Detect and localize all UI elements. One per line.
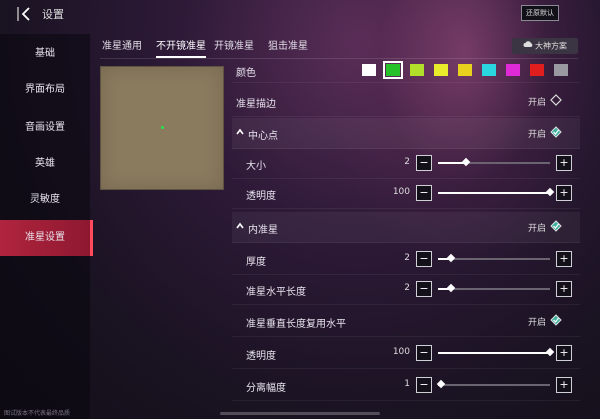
center-size-value: 2 xyxy=(404,157,410,167)
inner-gap-minus-button[interactable]: − xyxy=(416,377,432,393)
horizontal-scrollbar[interactable] xyxy=(220,412,380,415)
slider-thumb[interactable] xyxy=(447,283,456,293)
color-swatch[interactable] xyxy=(383,61,403,79)
center-opacity-value: 100 xyxy=(392,187,410,197)
color-label: 颜色 xyxy=(236,68,256,79)
sidebar-item-layout[interactable]: 界面布局 xyxy=(0,72,90,108)
inner-v-reuse-row: 准星垂直长度复用水平 开启 xyxy=(232,306,580,337)
center-dot-toggle-icon[interactable] xyxy=(550,126,562,138)
settings-panel: 颜色 准星描边 开启 中心点 开启 大小 2 − + 透明度 100 − + 内… xyxy=(232,60,580,419)
inner-h-length-label: 准星水平长度 xyxy=(246,287,306,298)
inner-thickness-slider[interactable] xyxy=(438,253,550,263)
slider-thumb[interactable] xyxy=(437,379,446,389)
inner-opacity-label: 透明度 xyxy=(246,351,276,362)
center-opacity-minus-button[interactable]: − xyxy=(416,185,432,201)
color-swatch[interactable] xyxy=(554,64,568,76)
center-size-minus-button[interactable]: − xyxy=(416,155,432,171)
center-opacity-row: 透明度 100 − + xyxy=(232,178,580,209)
slider-thumb[interactable] xyxy=(545,187,555,197)
center-opacity-label: 透明度 xyxy=(246,191,276,202)
inner-h-length-value: 2 xyxy=(404,283,410,293)
sidebar-item-audio-video[interactable]: 音画设置 xyxy=(0,110,90,146)
page-title: 设置 xyxy=(42,8,64,21)
center-dot-label: 中心点 xyxy=(248,131,278,142)
back-icon[interactable] xyxy=(16,5,38,23)
inner-opacity-slider[interactable] xyxy=(438,347,555,357)
tab-sniper-crosshair[interactable]: 狙击准星 xyxy=(268,38,308,56)
footer-note: 图试版本不代表最终品质 xyxy=(4,410,71,417)
reset-default-button[interactable]: 还原默认 xyxy=(521,5,559,21)
sidebar: 基础 界面布局 音画设置 英雄 灵敏度 准星设置 xyxy=(0,34,93,419)
inner-gap-plus-button[interactable]: + xyxy=(556,377,572,393)
sidebar-item-sensitivity[interactable]: 灵敏度 xyxy=(0,182,90,218)
slider-thumb[interactable] xyxy=(447,253,456,263)
color-swatch[interactable] xyxy=(458,64,472,76)
crosshair-preview xyxy=(100,66,224,190)
center-dot-state: 开启 xyxy=(527,130,546,140)
inner-crosshair-state: 开启 xyxy=(527,224,546,234)
slider-thumb[interactable] xyxy=(545,347,555,357)
tab-scope-crosshair[interactable]: 开镜准星 xyxy=(214,38,254,56)
color-swatch[interactable] xyxy=(506,64,520,76)
inner-opacity-value: 100 xyxy=(392,347,410,357)
top-bar: 设置 还原默认 xyxy=(0,0,600,28)
sidebar-item-crosshair[interactable]: 准星设置 xyxy=(0,220,93,256)
chevron-up-icon xyxy=(235,221,245,231)
center-opacity-plus-button[interactable]: + xyxy=(556,185,572,201)
inner-crosshair-toggle-icon[interactable] xyxy=(550,220,562,232)
inner-opacity-row: 透明度 100 − + xyxy=(232,338,580,369)
tab-crosshair-general[interactable]: 准星通用 xyxy=(102,38,142,56)
center-size-slider[interactable] xyxy=(438,157,550,167)
master-preset-button[interactable]: 大神方案 xyxy=(512,38,578,54)
sidebar-item-hero[interactable]: 英雄 xyxy=(0,146,90,182)
center-size-label: 大小 xyxy=(246,161,266,172)
sidebar-item-basic[interactable]: 基础 xyxy=(0,36,90,72)
master-preset-label: 大神方案 xyxy=(535,41,567,51)
tab-no-scope-crosshair[interactable]: 不开镜准星 xyxy=(156,38,206,58)
color-swatch[interactable] xyxy=(362,64,376,76)
inner-crosshair-label: 内准星 xyxy=(248,225,278,236)
color-swatches xyxy=(362,61,572,79)
outline-label: 准星描边 xyxy=(236,99,276,110)
inner-thickness-minus-button[interactable]: − xyxy=(416,251,432,267)
inner-v-reuse-toggle-icon[interactable] xyxy=(550,314,562,326)
crosshair-center-dot xyxy=(161,126,164,129)
color-swatch[interactable] xyxy=(410,64,424,76)
inner-thickness-plus-button[interactable]: + xyxy=(556,251,572,267)
inner-h-length-minus-button[interactable]: − xyxy=(416,281,432,297)
outline-row: 准星描边 开启 xyxy=(232,86,580,117)
center-size-plus-button[interactable]: + xyxy=(556,155,572,171)
inner-crosshair-section[interactable]: 内准星 开启 xyxy=(232,212,580,243)
inner-gap-row: 分离幅度 1 − + xyxy=(232,370,580,401)
inner-gap-label: 分离幅度 xyxy=(246,383,286,394)
color-swatch[interactable] xyxy=(434,64,448,76)
color-swatch[interactable] xyxy=(530,64,544,76)
inner-opacity-plus-button[interactable]: + xyxy=(556,345,572,361)
inner-gap-value: 1 xyxy=(404,379,410,389)
inner-thickness-label: 厚度 xyxy=(246,257,266,268)
outline-toggle-icon[interactable] xyxy=(550,94,562,106)
center-size-row: 大小 2 − + xyxy=(232,148,580,179)
slider-thumb[interactable] xyxy=(461,157,471,167)
outline-state: 开启 xyxy=(527,98,546,108)
center-opacity-slider[interactable] xyxy=(438,187,555,197)
inner-h-length-row: 准星水平长度 2 − + xyxy=(232,274,580,305)
inner-h-length-slider[interactable] xyxy=(438,283,550,293)
inner-v-reuse-state: 开启 xyxy=(527,318,546,328)
inner-thickness-value: 2 xyxy=(404,253,410,263)
inner-opacity-minus-button[interactable]: − xyxy=(416,345,432,361)
inner-h-length-plus-button[interactable]: + xyxy=(556,281,572,297)
color-row: 颜色 xyxy=(232,60,580,83)
center-dot-section[interactable]: 中心点 开启 xyxy=(232,118,580,149)
cloud-icon xyxy=(523,38,533,54)
color-swatch[interactable] xyxy=(482,64,496,76)
inner-gap-slider[interactable] xyxy=(437,379,550,389)
inner-v-reuse-label: 准星垂直长度复用水平 xyxy=(246,319,346,330)
tab-divider xyxy=(100,58,578,59)
chevron-up-icon xyxy=(235,127,245,137)
inner-thickness-row: 厚度 2 − + xyxy=(232,244,580,275)
